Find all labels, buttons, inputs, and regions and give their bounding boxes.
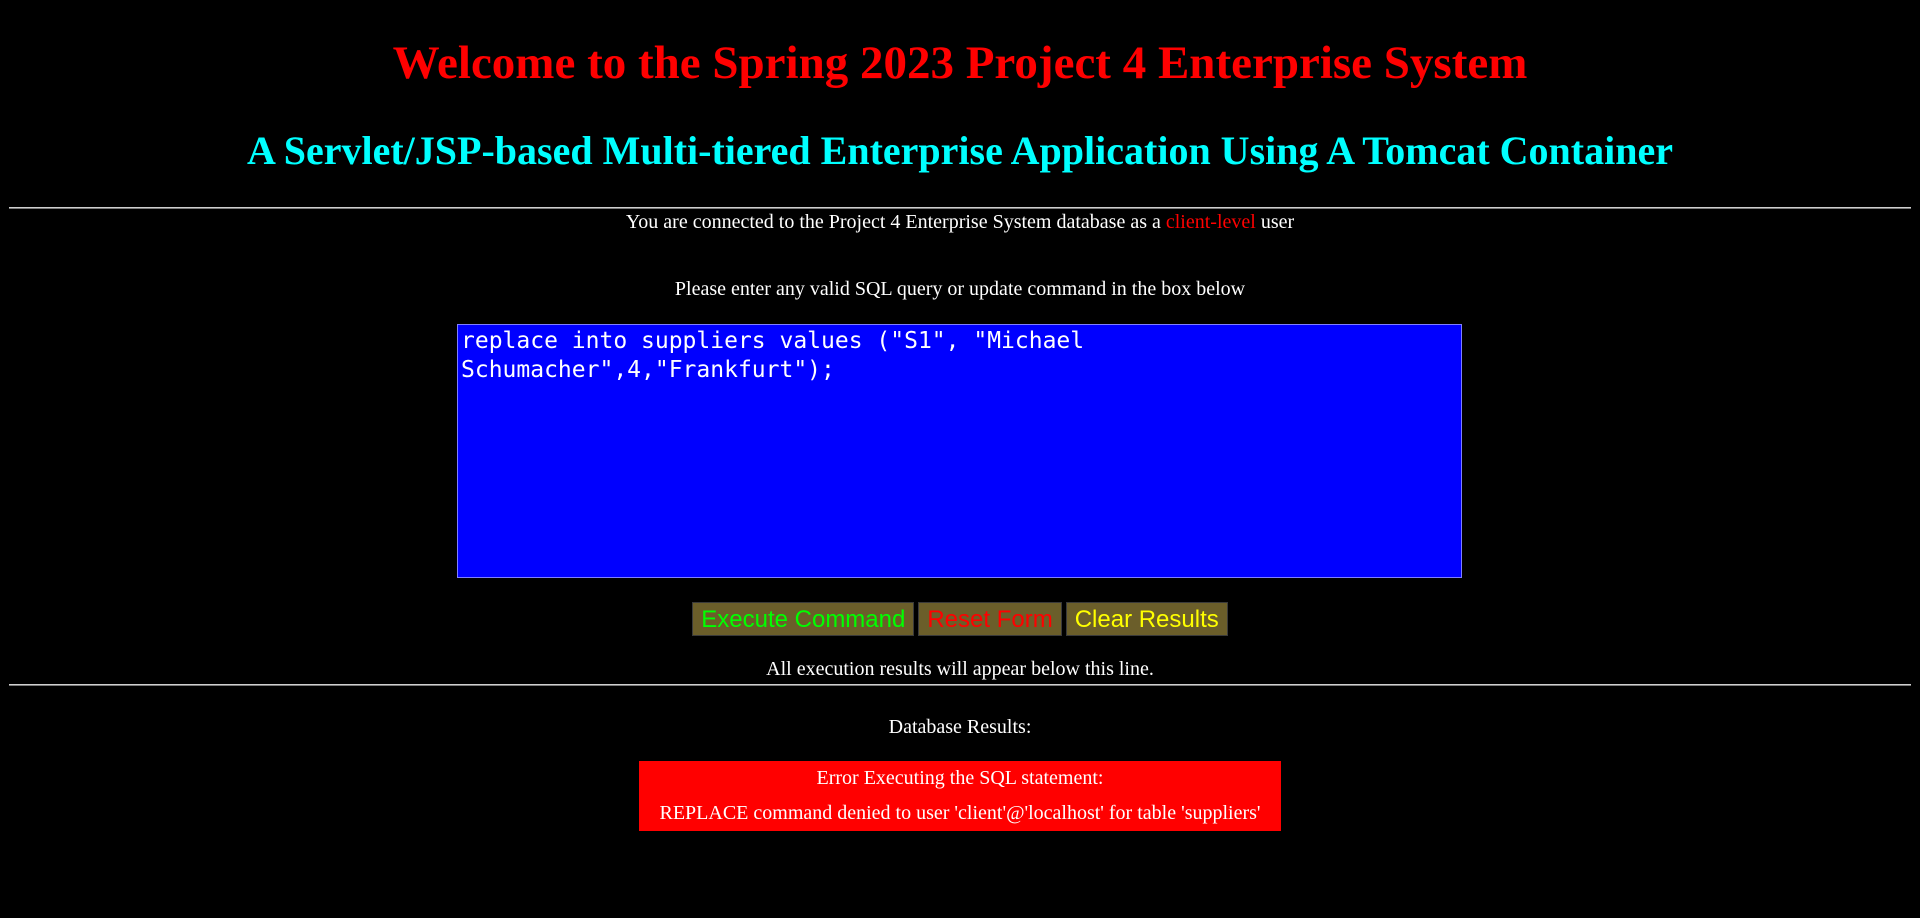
- sql-command-input[interactable]: [457, 324, 1462, 578]
- clear-results-button[interactable]: Clear Results: [1065, 602, 1228, 636]
- instructions-text: Please enter any valid SQL query or upda…: [674, 278, 1246, 300]
- error-message-box: Error Executing the SQL statement: REPLA…: [639, 761, 1281, 831]
- reset-form-button[interactable]: Reset Form: [918, 602, 1062, 636]
- database-results-label: Database Results:: [888, 716, 1032, 738]
- page-title: Welcome to the Spring 2023 Project 4 Ent…: [392, 37, 1528, 89]
- top-divider: [9, 207, 1911, 209]
- error-title: Error Executing the SQL statement:: [816, 767, 1104, 789]
- results-note: All execution results will appear below …: [766, 658, 1154, 680]
- error-detail: REPLACE command denied to user 'client'@…: [659, 802, 1261, 824]
- results-divider: [9, 684, 1911, 686]
- execute-command-button[interactable]: Execute Command: [692, 602, 915, 636]
- connection-status: You are connected to the Project 4 Enter…: [0, 210, 1920, 234]
- connection-prefix: You are connected to the Project 4 Enter…: [625, 211, 1161, 233]
- page-subtitle: A Servlet/JSP-based Multi-tiered Enterpr…: [247, 128, 1673, 173]
- connection-suffix: user: [1260, 211, 1295, 233]
- user-level-label: client-level: [1165, 211, 1256, 233]
- button-bar: Execute Command Reset Form Clear Results: [0, 602, 1920, 636]
